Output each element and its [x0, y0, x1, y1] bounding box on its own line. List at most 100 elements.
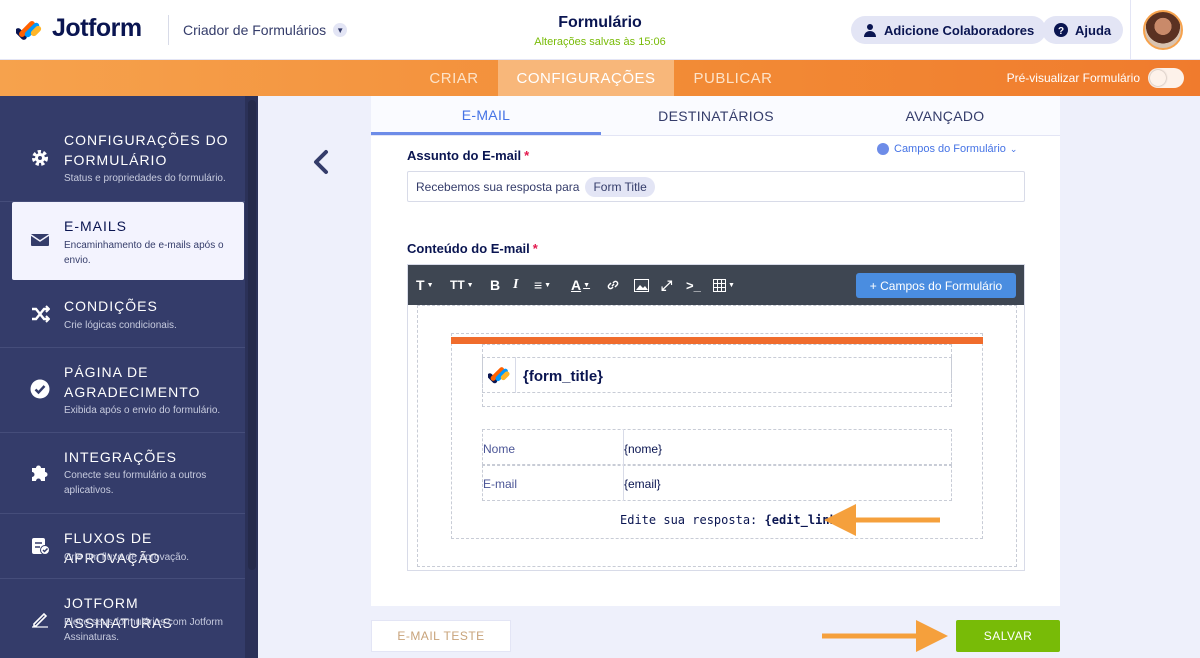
sidebar-scrollbar-thumb[interactable] — [248, 100, 256, 570]
table-row — [482, 429, 952, 465]
table-row — [482, 465, 952, 501]
help-button[interactable]: ? Ajuda — [1042, 16, 1124, 44]
image-icon[interactable] — [634, 275, 649, 295]
italic-icon[interactable]: I — [513, 275, 518, 295]
signature-icon — [32, 612, 48, 628]
user-icon — [864, 24, 876, 37]
test-email-button[interactable]: E-MAIL TESTE — [371, 620, 511, 652]
envelope-icon — [30, 234, 50, 246]
sidebar-item-emails[interactable]: E-MAILS Encaminhamento de e-mails após o… — [12, 202, 244, 280]
sidebar-item-signatures[interactable]: JOTFORM ASSINATURAS Eleve seus formulári… — [0, 579, 245, 658]
row-value-email: {email} — [624, 477, 661, 491]
sidebar-item-approval-flows[interactable]: FLUXOS DE APROVAÇÃO Crie um fluxo de apr… — [0, 514, 245, 579]
svg-text:?: ? — [1058, 26, 1064, 37]
annotation-arrow-left-icon — [824, 504, 940, 536]
tab-advanced[interactable]: AVANÇADO — [830, 96, 1060, 136]
subject-label: Assunto do E-mail — [407, 148, 522, 163]
edit-response-text: Edite sua resposta: — [620, 513, 758, 527]
save-status: Alterações salvas às 15:06 — [534, 36, 666, 48]
tab-recipients[interactable]: DESTINATÁRIOS — [601, 96, 831, 136]
sidebar-item-conditions[interactable]: CONDIÇÕES Crie lógicas condicionais. — [0, 282, 245, 348]
sidebar-item-label: PÁGINA DE AGRADECIMENTO — [64, 364, 201, 400]
form-fields-link[interactable]: Campos do Formulário ⌄ — [877, 143, 1017, 155]
sidebar-item-desc: Crie lógicas condicionais. — [64, 320, 177, 331]
form-title-block: Formulário Alterações salvas às 15:06 — [500, 14, 700, 48]
annotation-arrow-right-icon — [822, 620, 948, 652]
sidebar-item-desc: Conecte seu formulário a outros aplicati… — [64, 470, 207, 496]
brand-name: Jotform — [52, 14, 142, 42]
content-label-group: Conteúdo do E-mail * — [407, 241, 538, 256]
bold-icon[interactable]: B — [490, 275, 500, 295]
page-title[interactable]: Formulário — [500, 14, 700, 32]
sidebar-item-desc: Crie um fluxo de aprovação. — [64, 552, 190, 563]
add-form-fields-button[interactable]: + Campos do Formulário — [856, 273, 1016, 298]
builder-label: Criador de Formulários — [183, 22, 327, 38]
form-title-tag[interactable]: Form Title — [585, 176, 655, 197]
question-icon: ? — [1054, 23, 1068, 37]
font-size-icon[interactable]: T ▼ — [416, 275, 434, 295]
tab-email[interactable]: E-MAIL — [371, 96, 601, 135]
sidebar-item-label: CONDIÇÕES — [64, 298, 158, 314]
edit-response-line: Edite sua resposta: {edit_link} — [620, 513, 844, 527]
back-chevron-icon[interactable] — [310, 148, 332, 176]
text-color-icon[interactable]: A ▼ — [571, 275, 590, 295]
shuffle-icon — [32, 305, 50, 323]
required-mark: * — [532, 241, 538, 256]
text-size-icon[interactable]: TT ▼ — [450, 275, 474, 295]
gear-icon — [32, 150, 48, 166]
tab-publicar[interactable]: PUBLICAR — [674, 60, 792, 96]
chevron-down-icon: ⌄ — [1009, 143, 1018, 154]
subject-text: Recebemos sua resposta para — [416, 179, 580, 194]
help-label: Ajuda — [1075, 22, 1112, 38]
tab-configuracoes[interactable]: CONFIGURAÇÕES — [498, 60, 674, 96]
jotform-logo-icon — [16, 20, 42, 40]
puzzle-icon — [32, 465, 48, 481]
template-header-bar — [451, 337, 983, 344]
sidebar-item-desc: Exibida após o envio do formulário. — [64, 405, 221, 416]
subject-label-group: Assunto do E-mail * — [407, 148, 529, 163]
sidebar-item-desc: Eleve seus formulários com Jotform Assin… — [64, 617, 223, 643]
email-settings-panel: E-MAIL DESTINATÁRIOS AVANÇADO Assunto do… — [371, 96, 1060, 606]
fullscreen-icon[interactable]: ⤢ — [661, 275, 672, 295]
preview-label: Pré-visualizar Formulário — [1006, 71, 1140, 85]
link-icon — [877, 143, 889, 155]
add-collaborators-button[interactable]: Adicione Colaboradores — [851, 16, 1047, 44]
editor-toolbar: T ▼ TT ▼ B I ≡ ▼ A ▼ ⤢ >_ ▼ + Campos do Form… — [408, 265, 1024, 305]
form-fields-link-label: Campos do Formulário — [894, 143, 1006, 155]
preview-toggle[interactable] — [1148, 68, 1184, 88]
email-tabs: E-MAIL DESTINATÁRIOS AVANÇADO — [371, 96, 1060, 136]
row-label-email: E-mail — [483, 477, 518, 491]
approval-icon — [32, 538, 50, 555]
main-nav: CRIAR CONFIGURAÇÕES PUBLICAR Pré-visuali… — [0, 60, 1200, 96]
check-circle-icon — [30, 379, 50, 399]
chevron-down-icon: ▼ — [333, 23, 348, 37]
avatar[interactable] — [1143, 10, 1183, 50]
sidebar-item-label: E-MAILS — [64, 218, 128, 234]
link-icon[interactable] — [606, 275, 620, 295]
builder-dropdown[interactable]: Criador de Formulários ▼ — [168, 15, 348, 45]
code-icon[interactable]: >_ — [686, 275, 701, 295]
top-header: Jotform Criador de Formulários ▼ Formulá… — [0, 0, 1200, 60]
jotform-logo-icon — [488, 367, 510, 384]
align-icon[interactable]: ≡ ▼ — [534, 275, 551, 295]
sidebar-item-form-settings[interactable]: CONFIGURAÇÕES DO FORMULÁRIO Status e pro… — [0, 96, 245, 202]
content-label: Conteúdo do E-mail — [407, 241, 530, 256]
row-value-nome: {nome} — [624, 442, 663, 456]
preview-toggle-group: Pré-visualizar Formulário — [1007, 68, 1184, 88]
form-title-placeholder: {form_title} — [523, 368, 604, 385]
sidebar-item-desc: Encaminhamento de e-mails após o envio. — [64, 240, 224, 266]
sidebar-item-desc: Status e propriedades do formulário. — [64, 173, 226, 184]
jotform-logo[interactable]: Jotform — [16, 14, 142, 43]
table-icon[interactable]: ▼ — [713, 275, 735, 295]
save-button[interactable]: SALVAR — [956, 620, 1060, 652]
sidebar-item-label: INTEGRAÇÕES — [64, 449, 177, 465]
required-mark: * — [524, 148, 530, 163]
sidebar-item-thank-you[interactable]: PÁGINA DE AGRADECIMENTO Exibida após o e… — [0, 348, 245, 433]
row-label-nome: Nome — [483, 442, 516, 456]
add-collaborators-label: Adicione Colaboradores — [884, 22, 1035, 38]
sidebar-item-integrations[interactable]: INTEGRAÇÕES Conecte seu formulário a out… — [0, 433, 245, 514]
subject-input[interactable]: Recebemos sua resposta para Form Title — [407, 171, 1025, 202]
header-divider — [1130, 0, 1131, 60]
tab-criar[interactable]: CRIAR — [410, 60, 498, 96]
sidebar-item-label: CONFIGURAÇÕES DO FORMULÁRIO — [64, 132, 229, 168]
